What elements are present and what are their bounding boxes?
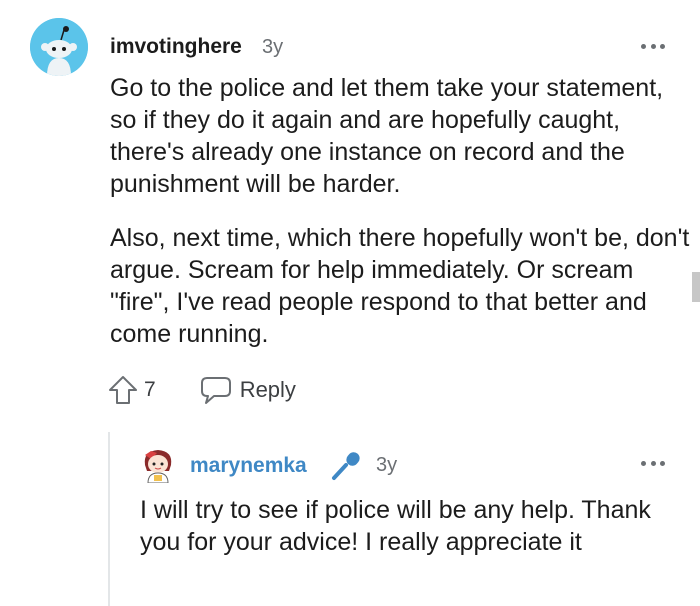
reply-label: Reply: [239, 377, 296, 402]
more-options-icon[interactable]: [638, 453, 668, 473]
thread-line[interactable]: [108, 432, 110, 606]
reply-username[interactable]: marynemka: [190, 454, 307, 478]
dot: [650, 43, 656, 49]
dot: [641, 460, 646, 466]
upvote-button[interactable]: 7: [108, 375, 156, 405]
girl-avatar-icon: [144, 450, 172, 484]
dot: [650, 460, 656, 466]
reply-avatar[interactable]: [141, 447, 175, 484]
comment-timestamp: 3y: [262, 36, 284, 58]
upvote-arrow-icon: [109, 376, 137, 404]
speech-bubble-icon: [200, 377, 231, 404]
comment-actions: 7 Reply: [108, 372, 296, 408]
reply-timestamp: 3y: [376, 454, 398, 476]
comment-paragraph: Also, next time, which there hopefully w…: [110, 224, 690, 348]
scrollbar-thumb[interactable]: [692, 272, 700, 302]
comment-paragraph: Go to the police and let them take your …: [110, 74, 664, 198]
comment-username[interactable]: imvotinghere: [110, 35, 242, 59]
microphone-icon: [329, 450, 363, 482]
user-avatar[interactable]: [30, 18, 88, 76]
dot: [660, 43, 665, 49]
snoo-icon: [30, 18, 88, 76]
reply-button[interactable]: Reply: [200, 375, 296, 405]
more-options-icon[interactable]: [638, 36, 668, 56]
dot: [641, 43, 646, 49]
comment-thread: imvotinghere 3y Go to the police and let…: [0, 0, 700, 606]
dot: [660, 460, 665, 466]
vote-count: 7: [144, 378, 156, 401]
reply-text: I will try to see if police will be any …: [140, 496, 651, 556]
